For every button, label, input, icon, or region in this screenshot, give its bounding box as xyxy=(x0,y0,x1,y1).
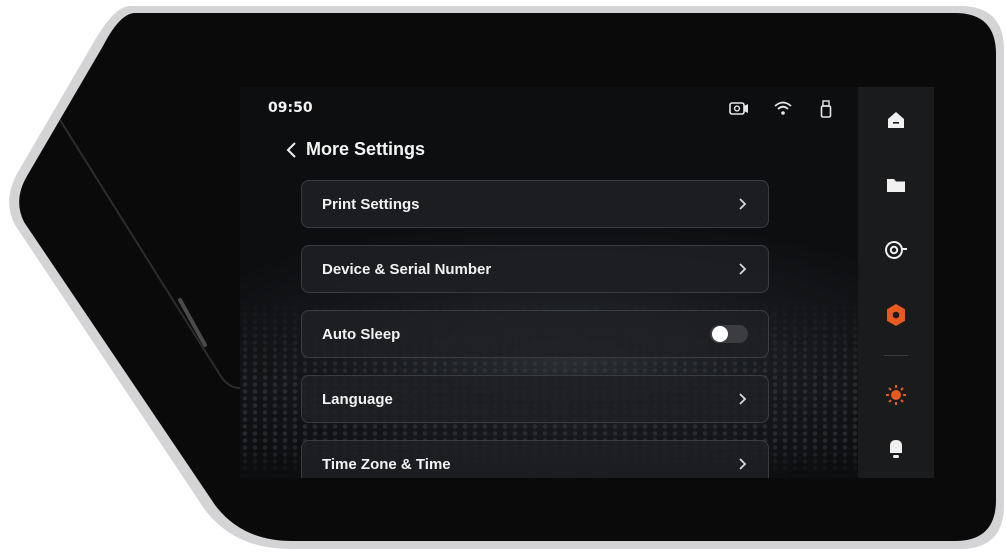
menu-item-auto-sleep: Auto Sleep xyxy=(301,310,769,358)
sidebar-item-files[interactable] xyxy=(879,168,913,202)
menu-item-language[interactable]: Language xyxy=(301,375,769,423)
sidebar xyxy=(858,87,934,478)
menu-item-label: Device & Serial Number xyxy=(322,260,492,278)
filament-spool-icon xyxy=(885,241,907,259)
toggle-knob xyxy=(712,326,728,342)
menu-item-label: Print Settings xyxy=(322,195,420,213)
menu-item-label: Language xyxy=(322,390,393,408)
usb-drive-icon xyxy=(820,100,832,118)
page-title: More Settings xyxy=(306,139,426,159)
sidebar-item-home[interactable] xyxy=(879,103,913,137)
menu-item-device-serial[interactable]: Device & Serial Number xyxy=(301,245,769,293)
auto-sleep-toggle[interactable] xyxy=(710,325,748,343)
menu-item-time-zone[interactable]: Time Zone & Time xyxy=(301,440,769,478)
chevron-right-icon xyxy=(739,458,747,470)
settings-panel: 09:50 More Settings Print Settings Devic… xyxy=(240,87,858,478)
status-time: 09:50 xyxy=(268,100,313,116)
chevron-left-icon xyxy=(286,141,296,158)
chevron-right-icon xyxy=(739,393,747,405)
back-button[interactable]: More Settings xyxy=(284,139,425,160)
light-icon xyxy=(886,385,906,405)
chevron-right-icon xyxy=(739,263,747,275)
sidebar-item-light[interactable] xyxy=(879,378,913,412)
sidebar-divider xyxy=(884,355,908,356)
wifi-icon xyxy=(774,101,792,115)
chevron-right-icon xyxy=(739,198,747,210)
menu-item-print-settings[interactable]: Print Settings xyxy=(301,180,769,228)
settings-hex-icon xyxy=(887,304,905,326)
camera-icon xyxy=(729,102,748,115)
menu-item-label: Time Zone & Time xyxy=(322,455,451,473)
sidebar-item-notifications[interactable] xyxy=(879,432,913,466)
folder-icon xyxy=(887,179,905,192)
bell-icon xyxy=(890,440,902,458)
printer-screen: 09:50 More Settings Print Settings Devic… xyxy=(240,87,934,478)
sidebar-item-filament[interactable] xyxy=(879,233,913,267)
sidebar-item-settings[interactable] xyxy=(879,298,913,332)
home-icon xyxy=(888,112,904,128)
menu-item-label: Auto Sleep xyxy=(322,325,401,343)
